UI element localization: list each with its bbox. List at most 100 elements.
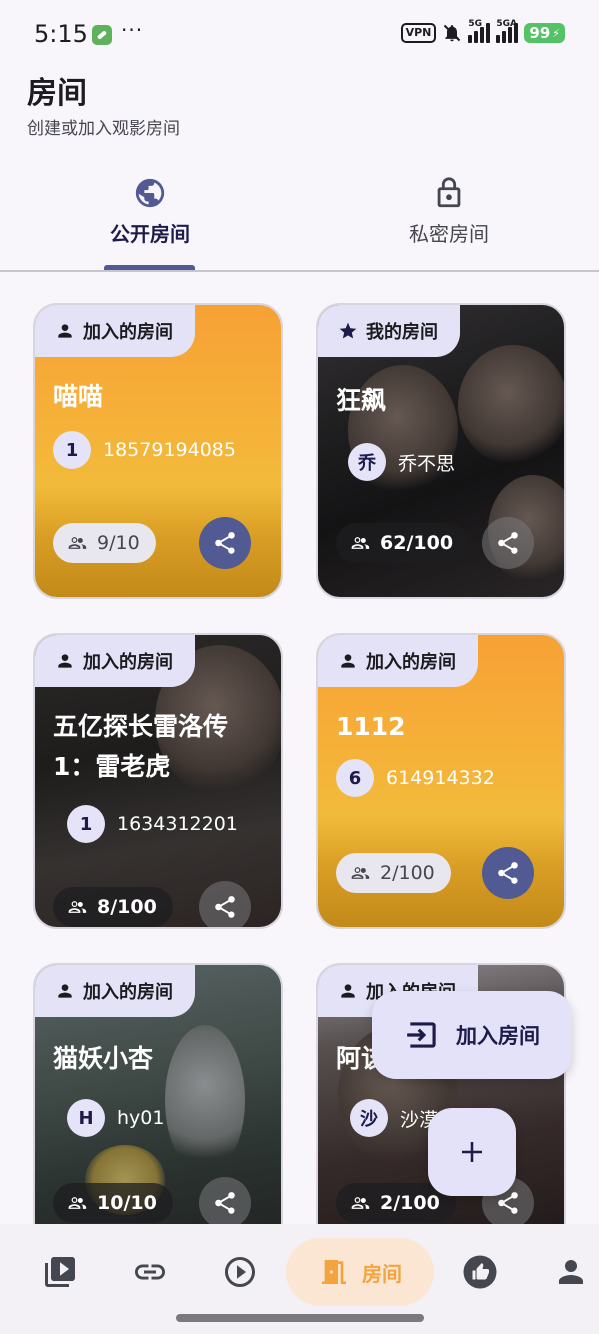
room-owner: 1 18579194085 — [53, 431, 236, 469]
room-tabs: 公开房间 私密房间 — [0, 168, 599, 272]
link-icon — [135, 1264, 165, 1280]
member-count-value: 62/100 — [380, 532, 454, 554]
member-count: 8/100 — [53, 887, 173, 927]
room-name-line2: 1：雷老虎 — [53, 752, 171, 781]
status-bar: 5:15 ··· VPN 5G 5GA 99 ⚡ — [0, 0, 599, 70]
avatar: 1 — [67, 805, 105, 843]
person-icon — [341, 654, 355, 668]
charging-icon: ⚡ — [552, 26, 560, 40]
card-tag-label: 加入的房间 — [83, 322, 173, 343]
member-count-value: 8/100 — [97, 896, 157, 918]
tab-indicator — [104, 265, 195, 270]
share-button[interactable] — [199, 517, 251, 569]
card-tag-label: 加入的房间 — [83, 652, 173, 673]
card-tag: 我的房间 — [318, 305, 460, 357]
member-count: 9/10 — [53, 523, 156, 563]
member-count: 10/10 — [53, 1183, 173, 1223]
nav-play[interactable] — [218, 1238, 262, 1306]
owner-name: 乔不思 — [398, 452, 456, 475]
avatar: 乔 — [348, 443, 386, 481]
login-icon — [407, 1022, 436, 1048]
tab-public-rooms-label: 公开房间 — [110, 222, 190, 246]
nav-profile[interactable] — [549, 1238, 593, 1306]
room-owner: 1 1634312201 — [67, 805, 238, 843]
signal-5ga-icon: 5GA — [496, 19, 519, 43]
share-button[interactable] — [199, 1177, 251, 1224]
avatar: 6 — [336, 759, 374, 797]
share-button[interactable] — [199, 881, 251, 927]
nav-rooms[interactable]: 房间 — [286, 1238, 434, 1306]
nav-library[interactable] — [38, 1238, 82, 1306]
vpn-icon: VPN — [400, 23, 437, 43]
share-icon — [215, 1192, 235, 1214]
tab-public-rooms[interactable]: 公开房间 — [0, 168, 300, 270]
room-card[interactable]: 加入的房间 1112 6 614914332 2/100 — [316, 633, 566, 929]
room-grid: 加入的房间 喵喵 1 18579194085 9/10 我的房间 狂飙 乔 乔不… — [0, 272, 599, 1224]
room-owner: 沙 沙漠 — [350, 1099, 438, 1137]
person-icon — [58, 984, 72, 998]
card-tag-label: 加入的房间 — [366, 652, 456, 673]
room-name: 喵喵 — [53, 382, 104, 411]
lock-icon — [437, 177, 461, 208]
home-indicator[interactable] — [176, 1314, 424, 1322]
member-count-value: 9/10 — [97, 532, 140, 554]
plus-icon — [462, 1142, 482, 1162]
member-count-value: 2/100 — [380, 1192, 440, 1214]
avatar: 沙 — [350, 1099, 388, 1137]
card-tag: 加入的房间 — [318, 635, 478, 687]
card-tag-label: 我的房间 — [366, 322, 438, 343]
room-name: 狂飙 — [336, 386, 387, 415]
room-name: 1112 — [336, 712, 406, 741]
person-icon — [559, 1260, 583, 1284]
card-tag: 加入的房间 — [35, 635, 195, 687]
globe-icon — [135, 178, 165, 208]
avatar: 1 — [53, 431, 91, 469]
person-icon — [341, 984, 355, 998]
status-time: 5:15 — [34, 20, 88, 48]
room-owner: 乔 乔不思 — [348, 443, 455, 481]
more-notifications-icon: ··· — [121, 18, 144, 42]
member-count: 2/100 — [336, 853, 451, 893]
create-room-button[interactable] — [428, 1108, 516, 1196]
share-button[interactable] — [482, 847, 534, 899]
owner-name: 18579194085 — [103, 439, 236, 461]
group-icon — [351, 1197, 370, 1209]
nav-recommend[interactable] — [458, 1238, 502, 1306]
card-tag: 加入的房间 — [35, 965, 195, 1017]
thumb-up-icon — [463, 1255, 497, 1289]
video-library-icon — [45, 1257, 75, 1287]
person-icon — [58, 654, 72, 668]
share-icon — [498, 532, 518, 554]
avatar: H — [67, 1099, 105, 1137]
tab-private-rooms-label: 私密房间 — [409, 222, 489, 246]
share-icon — [498, 862, 518, 884]
room-card[interactable]: 加入的房间 喵喵 1 18579194085 9/10 — [33, 303, 283, 599]
room-card[interactable]: 加入的房间 五亿探长雷洛传 1：雷老虎 1 1634312201 8/100 — [33, 633, 283, 929]
member-count: 62/100 — [336, 523, 470, 563]
room-owner: H hy01 — [67, 1099, 164, 1137]
door-icon — [322, 1260, 346, 1284]
group-icon — [68, 537, 87, 549]
status-indicators: VPN 5G 5GA 99 ⚡ — [400, 19, 565, 44]
share-button[interactable] — [482, 517, 534, 569]
page-subtitle: 创建或加入观影房间 — [27, 119, 180, 139]
group-icon — [351, 537, 370, 549]
group-icon — [68, 901, 87, 913]
nav-link[interactable] — [128, 1238, 172, 1306]
owner-name: 614914332 — [386, 767, 495, 789]
page-header: 房间 创建或加入观影房间 — [27, 74, 180, 139]
member-count-value: 2/100 — [380, 862, 435, 884]
page-title: 房间 — [27, 76, 87, 111]
room-name: 五亿探长雷洛传 — [53, 712, 229, 741]
share-icon — [215, 896, 235, 918]
tab-private-rooms[interactable]: 私密房间 — [299, 168, 599, 270]
owner-name: hy01 — [117, 1107, 165, 1129]
room-card[interactable]: 我的房间 狂飙 乔 乔不思 62/100 — [316, 303, 566, 599]
join-room-button[interactable]: 加入房间 — [372, 991, 572, 1079]
play-circle-icon — [225, 1257, 255, 1287]
group-icon — [351, 867, 370, 879]
room-card[interactable]: 加入的房间 猫妖小杏 H hy01 10/10 — [33, 963, 283, 1224]
battery-indicator: 99 ⚡ — [524, 23, 565, 43]
owner-name: 1634312201 — [117, 813, 238, 835]
group-icon — [68, 1197, 87, 1209]
